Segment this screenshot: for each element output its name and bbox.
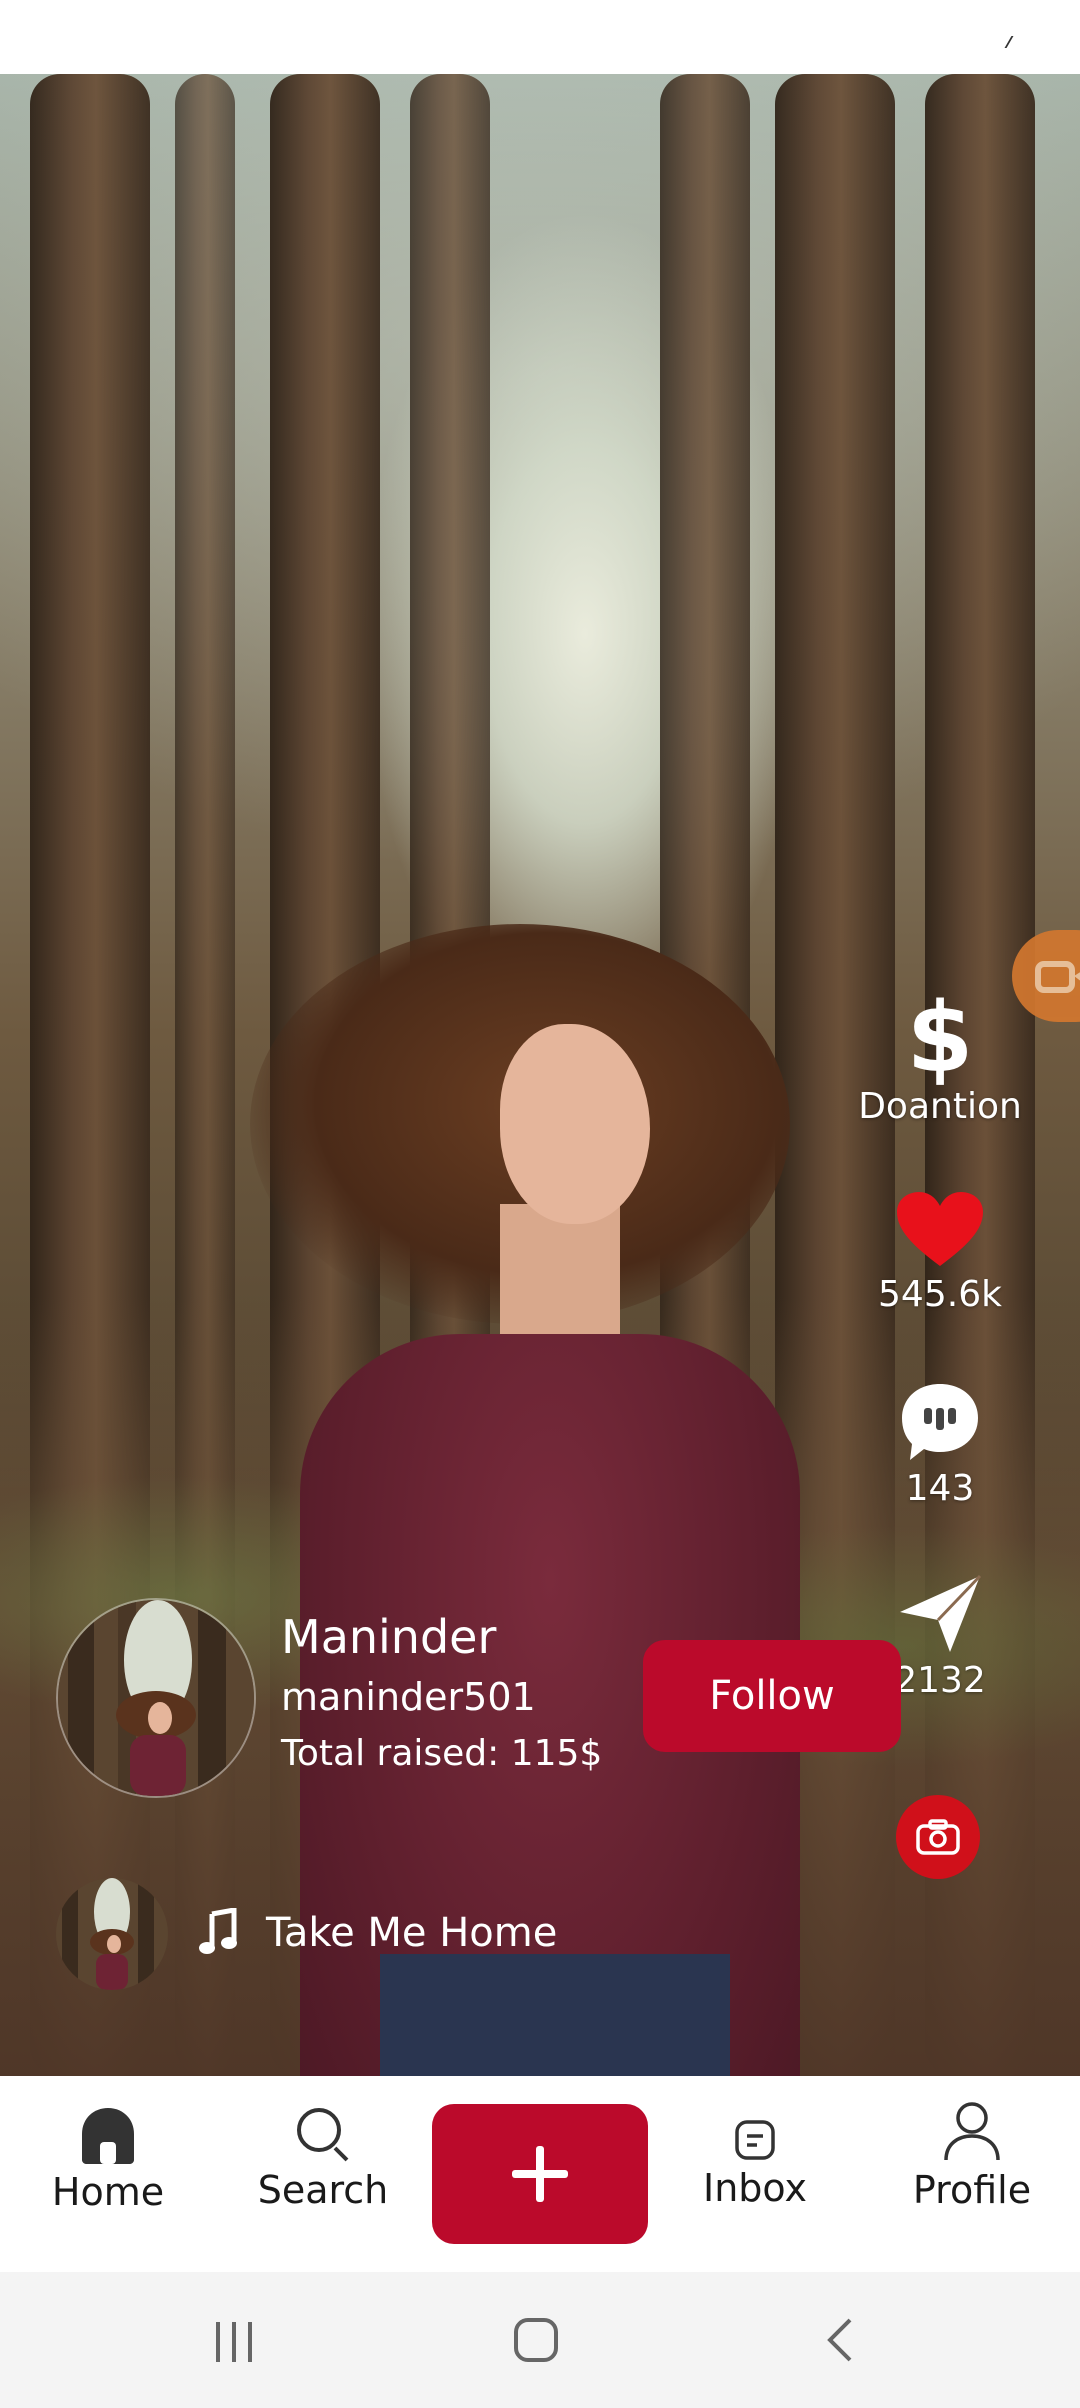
search-icon xyxy=(297,2108,349,2162)
song-title[interactable]: Take Me Home xyxy=(266,1910,557,1956)
avatar-photo xyxy=(56,1878,168,1990)
nav-inbox[interactable]: Inbox xyxy=(690,2118,820,2210)
video-camera-icon xyxy=(1035,961,1080,993)
back-icon[interactable] xyxy=(822,2316,858,2364)
plus-icon xyxy=(512,2146,568,2202)
status-bar xyxy=(0,0,1080,74)
person-jeans xyxy=(380,1954,730,2076)
like-button[interactable]: 545.6k xyxy=(850,1190,1030,1315)
create-button[interactable] xyxy=(432,2104,648,2244)
home-button-icon[interactable] xyxy=(512,2316,560,2364)
comment-count: 143 xyxy=(905,1468,975,1509)
status-indicator-icon xyxy=(994,36,1014,48)
donation-button[interactable]: $ Doantion xyxy=(850,990,1030,1127)
music-disc-avatar[interactable] xyxy=(56,1878,168,1990)
nav-profile[interactable]: Profile xyxy=(904,2100,1040,2212)
profile-icon xyxy=(944,2102,1000,2161)
total-raised: Total raised: 115$ xyxy=(281,1733,603,1774)
follow-button[interactable]: Follow xyxy=(643,1640,901,1752)
dollar-icon: $ xyxy=(906,982,974,1094)
music-note-icon xyxy=(199,1908,237,1954)
creator-avatar[interactable] xyxy=(56,1598,256,1798)
person-neck xyxy=(500,1204,620,1344)
recents-icon[interactable] xyxy=(212,2320,256,2364)
like-count: 545.6k xyxy=(878,1274,1002,1315)
home-icon xyxy=(82,2108,134,2164)
heart-icon xyxy=(897,1192,983,1266)
nav-search[interactable]: Search xyxy=(250,2104,396,2212)
nav-inbox-label: Inbox xyxy=(703,2166,807,2210)
creator-name[interactable]: Maninder xyxy=(281,1610,496,1664)
nav-search-label: Search xyxy=(257,2168,389,2212)
camera-icon xyxy=(916,1819,960,1855)
comment-button[interactable]: 143 xyxy=(850,1380,1030,1509)
creator-handle[interactable]: maninder501 xyxy=(281,1675,536,1719)
send-icon xyxy=(900,1574,982,1652)
comment-icon xyxy=(902,1384,978,1460)
camera-button[interactable] xyxy=(896,1795,980,1879)
nav-profile-label: Profile xyxy=(912,2168,1032,2212)
nav-home-label: Home xyxy=(51,2170,165,2214)
avatar-photo xyxy=(58,1600,254,1796)
inbox-icon xyxy=(735,2120,775,2160)
system-nav-bar xyxy=(0,2272,1080,2408)
donation-label: Doantion xyxy=(858,1086,1022,1127)
nav-home[interactable]: Home xyxy=(40,2104,176,2214)
